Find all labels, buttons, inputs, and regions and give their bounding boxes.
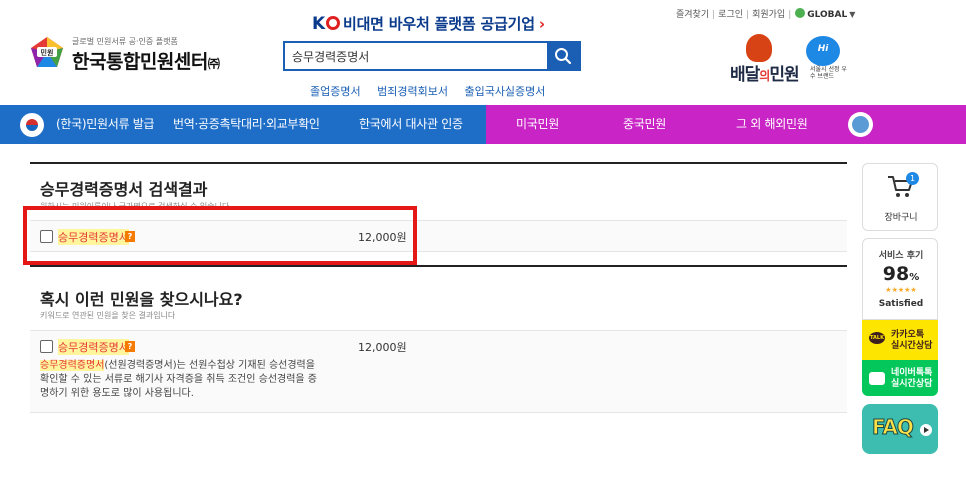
kakaotalk-label-line2: 실시간상담 [891, 341, 933, 351]
brand-name-dot: 의 [759, 69, 770, 83]
help-question-icon[interactable]: ? [125, 341, 135, 352]
logo-tagline: 글로벌 민원서류 공·인증 플랫폼 [72, 37, 178, 46]
faq-label: FAQ [872, 415, 915, 440]
brand-title: 배달의민원 [730, 60, 800, 85]
divider: | [788, 10, 792, 20]
item-description: 승무경력증명서(선원경력증명서)는 선원수첩상 기재된 승선경력을 확인할 수 … [40, 359, 322, 401]
nav-embassy-certification[interactable]: 한국에서 대사관 인증 [359, 105, 463, 144]
kakaotalk-label: 카카오톡 실시간상담 [891, 330, 932, 352]
logo-corp: ㈜ [207, 57, 220, 71]
nav-other-overseas[interactable]: 그 외 해외민원 [736, 105, 808, 144]
naver-talktalk-chat-button[interactable]: 네이버톡톡 실시간상담 [862, 360, 938, 396]
promo-text: 비대면 바우처 플랫폼 공급기업 [342, 15, 535, 33]
hi-seoul-caption: 서울시 선정 우수 브랜드 [810, 66, 847, 80]
quick-link-criminal-record[interactable]: 범죄경력회보서 [377, 85, 448, 98]
suggestions-description: 키워드로 연관된 민원을 찾은 결과입니다 [40, 311, 176, 320]
cart-button[interactable]: 1 장바구니 [862, 163, 938, 231]
bookmark-link[interactable]: 즐겨찾기 [676, 10, 709, 20]
delivery-civil-service-brand[interactable]: 배달의민원 Hi Seoul 서울시 선정 우수 브랜드 [728, 34, 858, 85]
naver-talk-label-line1: 네이버톡톡 [891, 368, 933, 378]
star-rating-icon: ★★★★★ [885, 286, 917, 294]
naver-talk-label: 네이버톡톡 실시간상담 [891, 368, 932, 390]
caret-down-icon: ▼ [849, 10, 856, 19]
search-input[interactable] [285, 43, 548, 69]
nav-china-documents[interactable]: 중국민원 [623, 105, 666, 144]
review-title: 서비스 후기 [878, 251, 924, 261]
suggestions-section: 혹시 이런 민원을 찾으시나요? 키워드로 연관된 민원을 찾은 결과입니다 승… [30, 265, 847, 415]
brand-name-1: 배달 [730, 65, 760, 85]
item-name-link[interactable]: 승무경력증명서 [58, 339, 129, 355]
faq-button[interactable]: FAQ [862, 404, 938, 454]
kakaotalk-chat-button[interactable]: TALK 카카오톡 실시간상담 [862, 320, 938, 360]
search-bar [283, 41, 581, 71]
review-score-unit: % [909, 272, 920, 283]
logo-title: 한국통합민원센터㈜ [72, 47, 220, 74]
quick-link-graduation[interactable]: 졸업증명서 [310, 85, 361, 98]
kakaotalk-label-line1: 카카오톡 [891, 330, 925, 340]
popular-search-links: 졸업증명서 범죄경력회보서 출입국사실증명서 [310, 83, 558, 99]
globe-icon [795, 8, 806, 18]
naver-talk-label-line2: 실시간상담 [891, 379, 933, 389]
hi-seoul-badge: Hi Seoul [806, 36, 840, 80]
un-globe-icon[interactable] [848, 112, 873, 137]
cart-label: 장바구니 [884, 213, 918, 223]
item-description-highlight: 승무경력증명서 [40, 360, 105, 371]
item-price: 12,000원 [358, 341, 407, 354]
site-header: 민원 글로벌 민원서류 공·인증 플랫폼 한국통합민원센터㈜ K 비대면 바우처 … [0, 0, 966, 105]
naver-talk-icon [869, 372, 885, 385]
divider: | [712, 10, 716, 20]
chevron-right-icon: › [538, 15, 545, 33]
top-utility-links: 즐겨찾기 | 로그인 | 회원가입 | GLOBAL ▼ [676, 7, 855, 20]
korea-flag-icon [20, 113, 44, 137]
logo-mark-icon: 민원 [31, 37, 63, 67]
review-score: 98% [863, 263, 939, 285]
search-icon [555, 48, 572, 65]
logo-badge-text: 민원 [41, 48, 54, 57]
promo-circle-icon [325, 16, 340, 30]
divider: | [746, 10, 750, 20]
review-score-value: 98 [882, 263, 910, 285]
list-item: 승무경력증명서 ? 12,000원 승무경력증명서(선원경력증명서)는 선원수첩… [30, 330, 847, 413]
play-icon [920, 424, 932, 436]
promo-k: K [312, 14, 325, 34]
suggestions-title: 혹시 이런 민원을 찾으시나요? [40, 290, 243, 309]
kakaotalk-icon: TALK [869, 332, 885, 344]
signup-link[interactable]: 회원가입 [752, 10, 785, 20]
global-language-dropdown[interactable]: GLOBAL [807, 10, 847, 20]
voucher-promo-banner[interactable]: K 비대면 바우처 플랫폼 공급기업 › [312, 13, 545, 34]
main-navigation: (한국)민원서류 발급 번역·공증촉탁대리·외교부확인 한국에서 대사관 인증 … [0, 105, 966, 144]
review-status: Satisfied [878, 299, 924, 309]
nav-korea-documents[interactable]: (한국)민원서류 발급 [56, 105, 155, 144]
highlight-annotation-box [23, 206, 417, 265]
mascot-icon [746, 34, 772, 62]
site-logo[interactable]: 민원 글로벌 민원서류 공·인증 플랫폼 한국통합민원센터㈜ [30, 30, 240, 74]
logo-title-text: 한국통합민원센터 [72, 51, 208, 73]
brand-name-2: 민원 [769, 65, 799, 85]
login-link[interactable]: 로그인 [718, 10, 743, 20]
nav-usa-documents[interactable]: 미국민원 [516, 105, 559, 144]
search-button[interactable] [547, 43, 579, 69]
item-checkbox[interactable] [40, 340, 53, 353]
cart-count-badge: 1 [906, 172, 919, 185]
search-results-title: 승무경력증명서 검색결과 [40, 180, 208, 199]
nav-translation-notary[interactable]: 번역·공증촉탁대리·외교부확인 [173, 105, 320, 144]
service-review-panel[interactable]: 서비스 후기 98% ★★★★★ Satisfied [862, 238, 938, 320]
quick-link-immigration[interactable]: 출입국사실증명서 [464, 85, 545, 98]
